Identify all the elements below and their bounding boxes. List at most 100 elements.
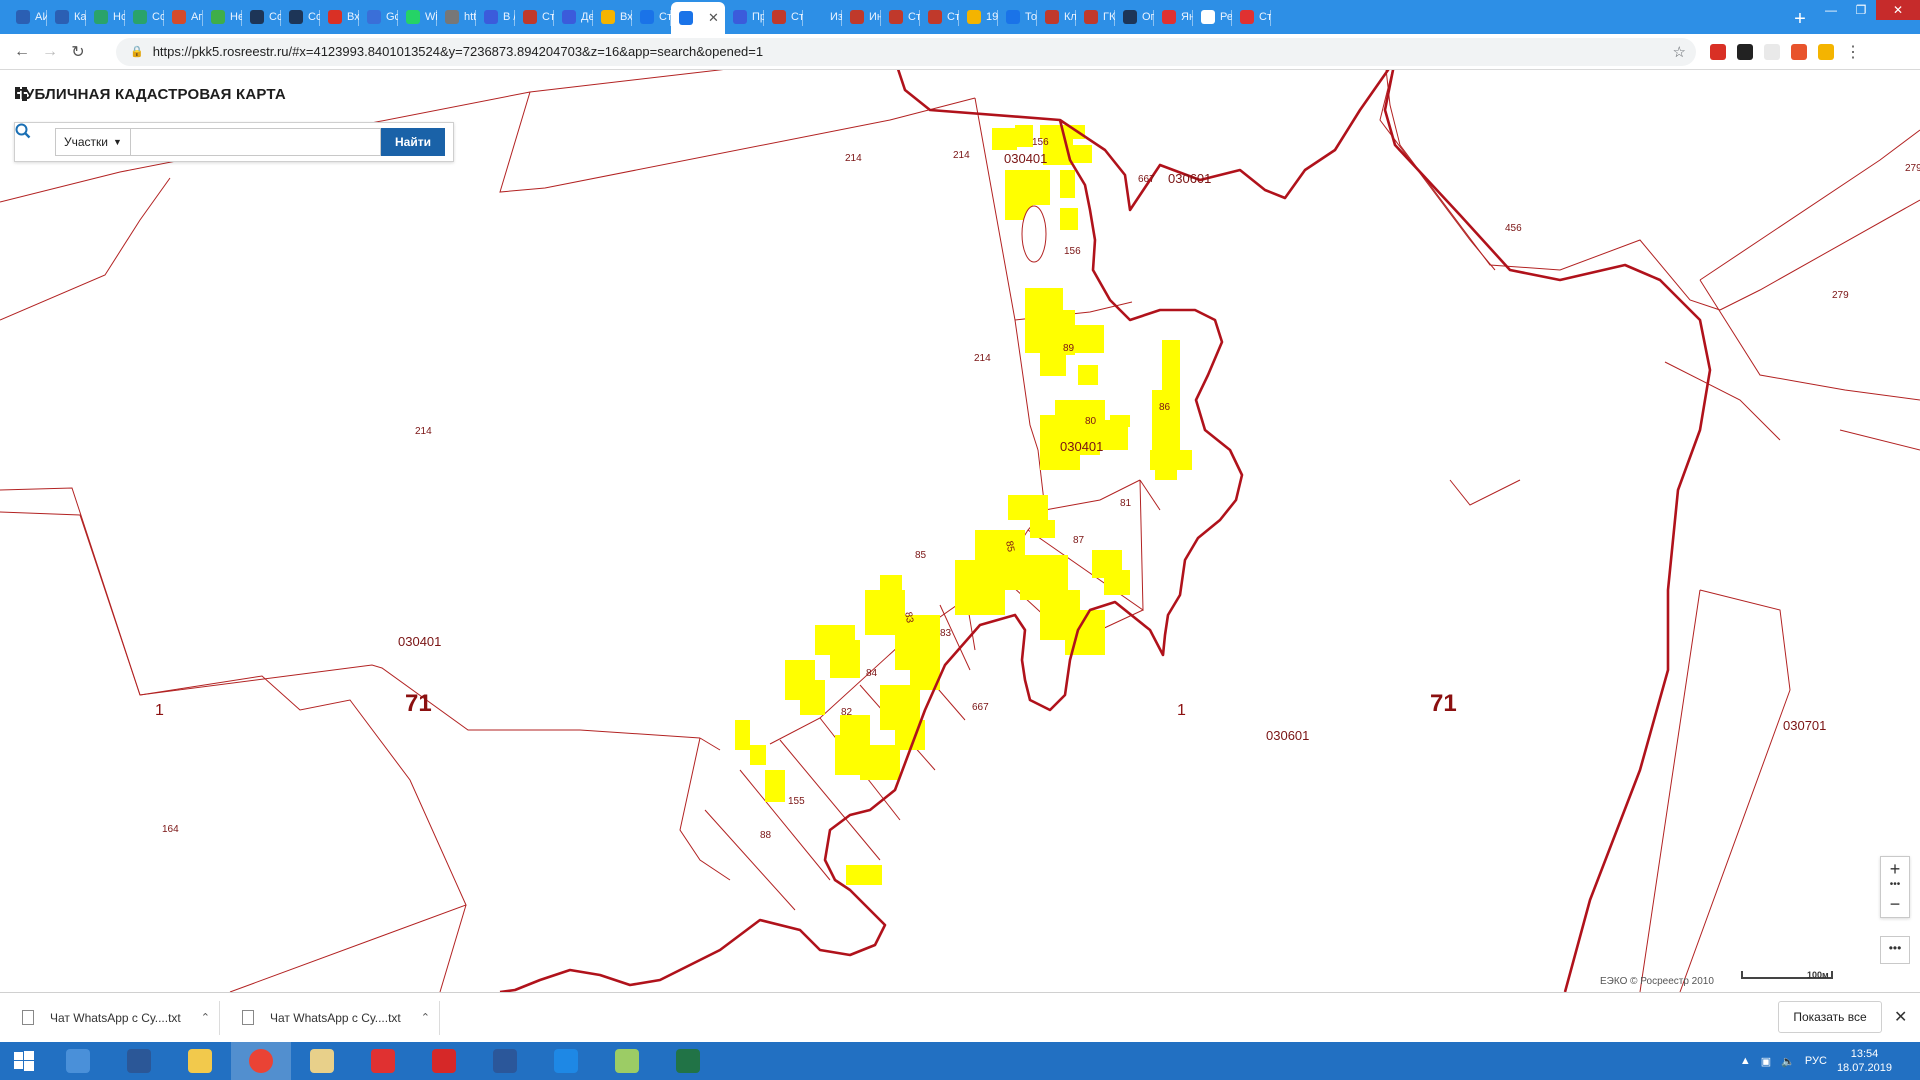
building-footprint[interactable]	[800, 680, 825, 715]
parcel-boundary[interactable]	[439, 904, 467, 992]
browser-tab[interactable]: ГК	[1076, 2, 1115, 32]
forward-arrow-icon[interactable]: →	[36, 43, 64, 61]
building-footprint[interactable]	[860, 745, 900, 780]
show-all-downloads-button[interactable]: Показать все	[1778, 1001, 1882, 1033]
browser-tab[interactable]: Вх	[593, 2, 632, 32]
search-type-select[interactable]: Участки ▼	[55, 128, 131, 156]
network-icon[interactable]: ▣	[1761, 1055, 1771, 1068]
browser-tab[interactable]: Ст	[1232, 2, 1271, 32]
parcel-boundary[interactable]	[1449, 479, 1521, 506]
browser-tab[interactable]: htt	[437, 2, 476, 32]
window-close-icon[interactable]: ✕	[1876, 0, 1920, 20]
parcel-boundary[interactable]	[1679, 589, 1791, 992]
download-item[interactable]: Чат WhatsApp с Су....txt ⌃	[0, 1000, 220, 1035]
parcel-boundary[interactable]	[1699, 129, 1920, 281]
browser-tab[interactable]: Ст	[515, 2, 554, 32]
chevron-up-icon[interactable]: ⌃	[421, 1011, 430, 1024]
taskbar-app-file-manager[interactable]	[48, 1042, 108, 1080]
browser-tab[interactable]: Ин	[842, 2, 881, 32]
building-footprint[interactable]	[1078, 365, 1098, 385]
building-footprint[interactable]	[1040, 352, 1066, 376]
taskbar-app-word[interactable]	[475, 1042, 535, 1080]
building-footprint[interactable]	[955, 560, 1005, 615]
building-footprint[interactable]	[880, 575, 902, 595]
back-arrow-icon[interactable]: ←	[8, 43, 36, 61]
parcel-boundary[interactable]	[1639, 589, 1701, 992]
zoom-out-button[interactable]: −	[1881, 892, 1909, 917]
parcel-boundary[interactable]	[0, 511, 701, 739]
address-bar[interactable]: 🔒 https://pkk5.rosreestr.ru/#x=4123993.8…	[116, 37, 1696, 66]
browser-tab[interactable]: Ст	[632, 2, 671, 32]
parcel-boundary[interactable]	[1379, 70, 1496, 271]
browser-tab[interactable]: АИ	[8, 2, 47, 32]
parcel-boundary[interactable]	[1664, 361, 1781, 441]
language-indicator[interactable]: РУС	[1805, 1055, 1827, 1067]
building-footprint[interactable]	[1110, 415, 1130, 427]
browser-tab[interactable]: Де	[554, 2, 593, 32]
parcel-boundary[interactable]	[699, 737, 721, 751]
building-footprint[interactable]	[830, 640, 860, 678]
building-footprint[interactable]	[735, 720, 750, 750]
cadastral-map[interactable]: 214 214 156 030401 667 030601 156 456 279 279 214 8…	[0, 70, 1920, 992]
browser-tab[interactable]: Вх	[320, 2, 359, 32]
parcel-boundary[interactable]	[139, 675, 467, 992]
taskbar-app-paint[interactable]	[597, 1042, 657, 1080]
parcel-boundary[interactable]	[1719, 199, 1920, 311]
browser-tab[interactable]: Аг	[164, 2, 203, 32]
browser-tab[interactable]: Ст	[920, 2, 959, 32]
parcel-boundary[interactable]	[679, 737, 731, 881]
taskbar-app-excel[interactable]	[658, 1042, 718, 1080]
browser-tab[interactable]: Нс	[86, 2, 125, 32]
tab-close-icon[interactable]: ✕	[708, 10, 719, 26]
parcel-boundary[interactable]	[1699, 279, 1920, 401]
browser-tab[interactable]: Не	[203, 2, 242, 32]
building-footprint[interactable]	[750, 745, 766, 765]
building-footprint[interactable]	[1155, 465, 1177, 480]
parcel-boundary[interactable]	[1139, 479, 1161, 511]
building-footprint[interactable]	[1152, 390, 1180, 450]
browser-tab[interactable]: Со	[125, 2, 164, 32]
close-downloads-icon[interactable]: ✕	[1894, 1007, 1907, 1027]
tray-expand-icon[interactable]: ▲	[1740, 1055, 1751, 1067]
browser-tab[interactable]: Ян	[1154, 2, 1193, 32]
browser-tab[interactable]: Со	[281, 2, 320, 32]
browser-tab[interactable]: Gc	[359, 2, 398, 32]
building-footprint[interactable]	[846, 865, 882, 885]
building-footprint[interactable]	[1008, 495, 1048, 520]
start-button[interactable]	[0, 1042, 48, 1080]
clock[interactable]: 13:54 18.07.2019	[1837, 1047, 1892, 1075]
extension-icon[interactable]	[1791, 43, 1807, 60]
browser-tab[interactable]: Кл	[1037, 2, 1076, 32]
find-button[interactable]: Найти	[381, 128, 445, 156]
building-footprint[interactable]	[1162, 340, 1180, 390]
minimize-icon[interactable]: —	[1816, 0, 1846, 20]
browser-tab[interactable]: Пр	[725, 2, 764, 32]
building-footprint[interactable]	[1060, 170, 1075, 198]
building-footprint[interactable]	[765, 770, 785, 802]
chevron-up-icon[interactable]: ⌃	[201, 1011, 210, 1024]
browser-tab[interactable]: Ре	[1193, 2, 1232, 32]
volume-icon[interactable]: 🔈	[1781, 1055, 1795, 1068]
parcel-boundary[interactable]	[499, 91, 976, 193]
bookmark-star-icon[interactable]: ☆	[1673, 43, 1686, 61]
building-footprint[interactable]	[992, 128, 1017, 150]
more-tools-button[interactable]: •••	[1880, 936, 1910, 964]
browser-tab[interactable]: Из	[803, 2, 842, 32]
new-tab-button[interactable]: +	[1784, 4, 1816, 34]
browser-tab[interactable]: Ст	[764, 2, 803, 32]
browser-tab[interactable]: 19	[959, 2, 998, 32]
taskbar-app-foxit[interactable]	[414, 1042, 474, 1080]
download-item[interactable]: Чат WhatsApp с Су....txt ⌃	[220, 1000, 440, 1035]
building-footprint[interactable]	[1030, 520, 1055, 538]
map-canvas[interactable]	[0, 70, 1920, 992]
taskbar-app-powershell[interactable]	[109, 1042, 169, 1080]
browser-menu-icon[interactable]: ⋮	[1845, 42, 1861, 62]
building-footprint[interactable]	[1060, 208, 1078, 230]
parcel-boundary[interactable]	[0, 487, 141, 696]
extension-icon[interactable]	[1737, 43, 1753, 60]
taskbar-app-certificate[interactable]	[292, 1042, 352, 1080]
parcel-boundary[interactable]	[0, 177, 171, 321]
parcel-boundary[interactable]	[704, 809, 796, 911]
building-footprint[interactable]	[1104, 570, 1130, 595]
tab-active[interactable]: ✕	[671, 2, 725, 34]
